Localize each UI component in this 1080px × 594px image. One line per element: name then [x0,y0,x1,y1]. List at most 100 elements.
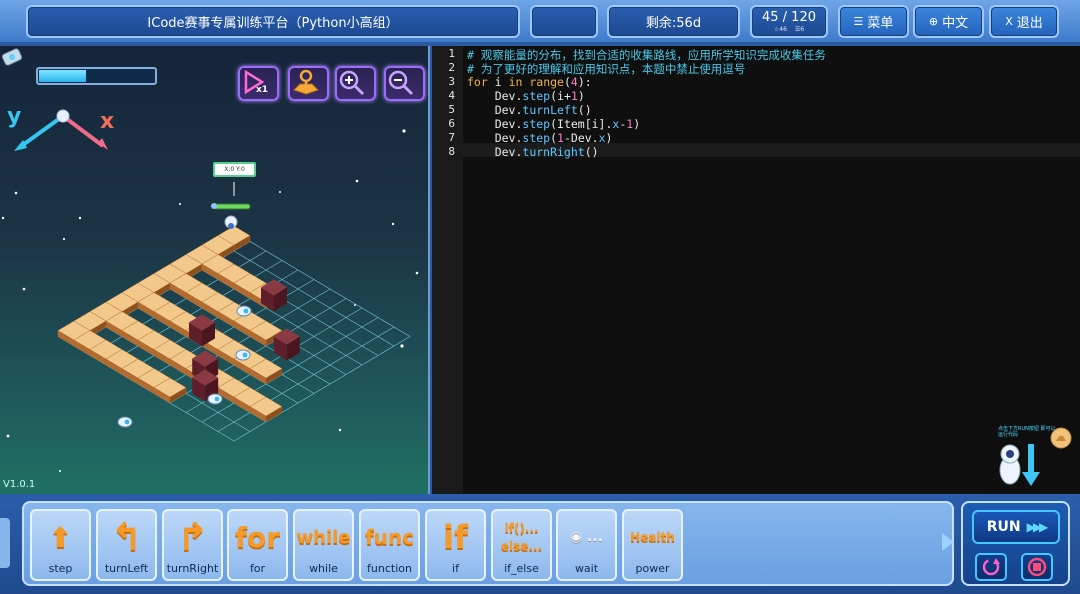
floor-grid [57,231,411,442]
globe-icon: ⊕ [928,15,939,28]
map-pin-icon [293,69,319,95]
while-icon: while [296,526,351,548]
stat-b: ☰6 [794,25,805,33]
block-label: power [635,562,670,575]
block-if[interactable]: if if [425,509,486,581]
turnLeft-icon: ↰ [110,515,143,559]
energy-fill [39,70,86,82]
if-else-icon: if()... else... [500,521,543,553]
line-number: 4 [448,89,455,102]
axis-x-label: x [100,109,114,134]
wait-icon: ◉ ... [569,529,604,545]
run-button[interactable]: RUN ▶▶▶ [972,510,1060,544]
block-turnLeft[interactable]: ↰ turnLeft [96,509,157,581]
version-label: V1.0.1 [3,479,36,490]
exit-icon: X [1005,15,1013,28]
block-wait[interactable]: ◉ ... wait [556,509,617,581]
path-tiles [57,225,300,428]
block-for[interactable]: for for [227,509,288,581]
progress-counter: 45 / 120 ☆46 ☰6 [750,5,828,38]
game-scene: yx [1,104,419,472]
run-panel: RUN ▶▶▶ [961,501,1070,586]
block-step[interactable]: ⬆ step [30,509,91,581]
line-number: 2 [448,61,455,74]
energy-item [236,305,252,317]
stat-a: ☆46 [773,25,787,33]
power-icon: Health [630,530,675,544]
helper-robot: 点击下方RUN按钮 即可以运行代码 [996,424,1080,494]
block-label: turnRight [166,562,219,575]
code-editor[interactable]: 12345678 # 观察能量的分布，找到合适的收集路线，应用所学知识完成收集任… [432,46,1080,494]
code-line[interactable]: Dev.step(i+1) [467,89,585,103]
language-button[interactable]: ⊕ 中文 [913,5,984,38]
stop-button[interactable] [1021,553,1053,581]
axis-y-label: y [7,104,21,129]
block-label: for [249,562,266,575]
left-collapse-tab[interactable] [0,518,10,568]
code-line[interactable]: Dev.step(1-Dev.x) [467,131,613,145]
page-title: ICode赛事专属训练平台（Python小高组） [26,5,520,38]
speed-x1-icon: x1 [244,69,268,94]
code-line[interactable]: for i in range(4): [467,75,592,89]
line-number: 3 [448,75,455,88]
progress-sub: ☆46 ☰6 [774,25,804,34]
stop-icon [1027,557,1047,577]
line-number: 5 [448,103,455,116]
turnRight-icon: ↱ [176,515,209,559]
block-label: wait [574,562,599,575]
helper-hint: 点击下方RUN按钮 即可以运行代码 [998,426,1056,438]
code-blocks-panel: ⬆ step ↰ turnLeft ↱ turnRight for for while while… [22,501,954,586]
energy-item [207,393,223,405]
refresh-icon [982,558,1000,576]
fast-forward-icon: ▶▶▶ [1026,520,1049,534]
exit-button[interactable]: X 退出 [989,5,1059,38]
top-bar: ICode赛事专属训练平台（Python小高组） 剩余:56d 45 / 120… [0,0,1080,44]
battery-icon [1,48,23,66]
block-function[interactable]: func function [359,509,420,581]
scroll-right-arrow-icon[interactable] [942,533,954,551]
code-line[interactable]: Dev.step(Item[i].x-1) [467,117,640,131]
menu-icon: ☰ [853,15,864,28]
reset-button[interactable] [975,553,1007,581]
block-label: if_else [504,562,539,575]
function-icon: func [364,525,415,549]
block-if-else[interactable]: if()... else... if_else [491,509,552,581]
zoom-in-button[interactable] [335,66,376,101]
progress-value: 45 / 120 [762,9,816,25]
code-line[interactable]: Dev.turnRight() [467,145,599,159]
empty-slot [530,5,598,38]
zoom-in-icon [339,70,365,96]
block-label: if [452,562,459,575]
line-number: 8 [448,145,455,158]
svg-text:x1: x1 [256,85,268,94]
energy-item [235,349,251,361]
line-number: 6 [448,117,455,130]
axis-indicator [14,109,108,151]
block-label: turnLeft [104,562,149,575]
menu-button[interactable]: ☰ 菜单 [838,5,909,38]
map-button[interactable] [288,66,329,101]
coordinate-tag: X:0 Y:0 [213,162,256,177]
block-while[interactable]: while while [293,509,354,581]
bottom-toolbar: ⬆ step ↰ turnLeft ↱ turnRight for for while while… [0,494,1080,594]
code-line[interactable]: Dev.turnLeft() [467,103,592,117]
zoom-out-icon [388,70,414,96]
energy-item [117,416,133,428]
robot [211,182,251,229]
speed-button[interactable]: x1 [238,66,279,101]
block-turnRight[interactable]: ↱ turnRight [162,509,223,581]
block-label: function [367,562,412,575]
step-icon: ⬆ [48,520,73,554]
line-number: 1 [448,47,455,60]
if-icon: if [443,518,468,556]
block-label: step [48,562,73,575]
time-remaining: 剩余:56d [607,5,740,38]
block-power[interactable]: Health power [622,509,683,581]
energy-bar [36,67,157,85]
line-number: 7 [448,131,455,144]
zoom-out-button[interactable] [384,66,425,101]
block-label: while [309,562,338,575]
game-view: yx X:0 Y:0 x1 V1.0.1 [0,46,430,494]
line-gutter: 12345678 [432,46,463,494]
for-icon: for [234,520,281,554]
